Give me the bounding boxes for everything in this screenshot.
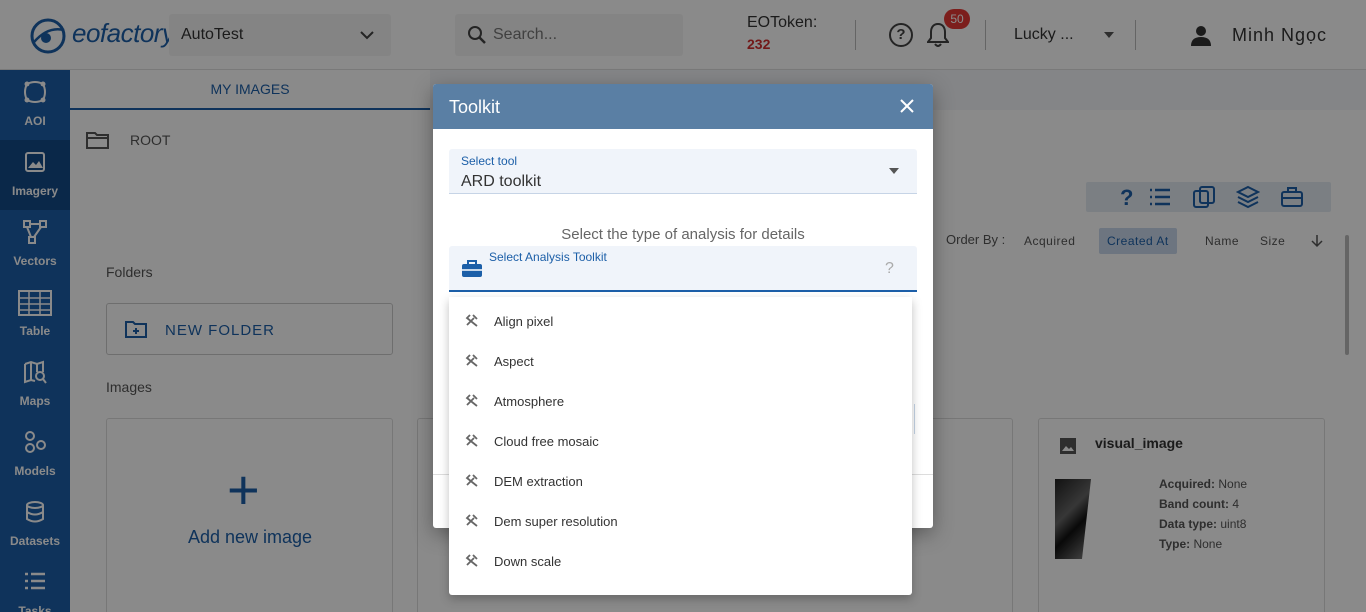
menu-item-label: Aspect (494, 354, 534, 369)
tools-icon (465, 314, 478, 327)
tools-icon (465, 434, 478, 447)
tools-icon (465, 354, 478, 367)
tools-icon (465, 554, 478, 567)
menu-item-aspect[interactable]: Aspect (449, 339, 912, 379)
menu-item-dem-super-resolution[interactable]: Dem super resolution (449, 499, 912, 539)
menu-item-label: Dem super resolution (494, 514, 618, 529)
select-tool-dropdown[interactable]: Select tool ARD toolkit (449, 149, 917, 194)
menu-item-label: DEM extraction (494, 474, 583, 489)
dialog-header: Toolkit (433, 84, 933, 129)
tools-icon (465, 474, 478, 487)
analysis-toolkit-menu: Align pixel Aspect Atmosphere Cloud free… (449, 297, 912, 595)
analysis-hint: Select the type of analysis for details (561, 226, 805, 243)
menu-item-cloud-free-mosaic[interactable]: Cloud free mosaic (449, 419, 912, 459)
menu-item-align-pixel[interactable]: Align pixel (449, 299, 912, 339)
menu-item-down-scale[interactable]: Down scale (449, 539, 912, 579)
tools-icon (465, 394, 478, 407)
menu-item-label: Atmosphere (494, 394, 565, 409)
dialog-title: Toolkit (449, 97, 501, 117)
select-tool-label: Select tool (461, 154, 518, 168)
analysis-toolkit-label: Select Analysis Toolkit (489, 250, 607, 264)
close-icon[interactable] (899, 98, 915, 114)
help-icon[interactable]: ? (885, 260, 894, 278)
menu-item-label: Align pixel (494, 314, 554, 329)
toolbox-icon (462, 260, 482, 277)
menu-item-label: Down scale (494, 554, 562, 569)
tools-icon (465, 514, 478, 527)
caret-down-icon (889, 168, 899, 174)
analysis-toolkit-select[interactable]: Select Analysis Toolkit ? (449, 246, 917, 292)
menu-item-dem-extraction[interactable]: DEM extraction (449, 459, 912, 499)
menu-item-atmosphere[interactable]: Atmosphere (449, 379, 912, 419)
menu-item-label: Cloud free mosaic (494, 434, 599, 449)
select-tool-value: ARD toolkit (461, 173, 542, 190)
